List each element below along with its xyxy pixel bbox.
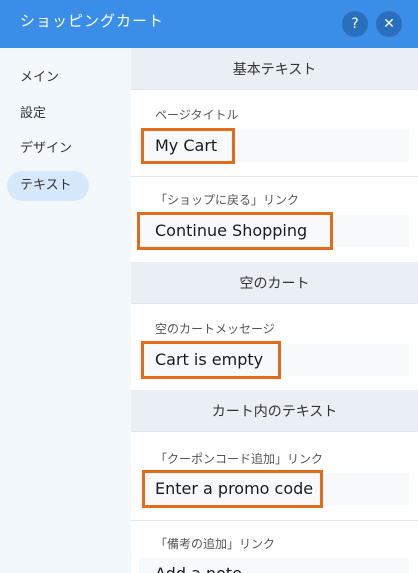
add-note-input[interactable]: Add a note [139, 558, 409, 573]
divider [131, 176, 418, 177]
section-header-cart-text: カート内のテキスト [131, 390, 418, 432]
field-label-promo-code-link: 「クーポンコード追加」リンク [155, 452, 324, 466]
highlight-box [141, 128, 235, 164]
help-button[interactable]: ? [342, 11, 368, 37]
highlight-box [142, 470, 323, 508]
field-label-page-title: ページタイトル [155, 108, 239, 122]
divider [131, 520, 418, 521]
field-label-continue-shopping: 「ショップに戻る」リンク [155, 193, 300, 207]
highlight-box [141, 341, 281, 379]
sidebar-item-design[interactable]: デザイン [7, 134, 89, 164]
app-header: ショッピングカート ? ✕ [0, 0, 418, 48]
help-icon: ? [351, 16, 359, 32]
field-label-empty-cart-message: 空のカートメッセージ [155, 322, 275, 336]
add-note-value: Add a note [155, 564, 242, 573]
field-label-add-note-link: 「備考の追加」リンク [155, 537, 276, 551]
sidebar: メイン 設定 デザイン テキスト [0, 48, 131, 573]
close-icon: ✕ [383, 16, 395, 32]
settings-content: 基本テキスト ページタイトル My Cart 「ショップに戻る」リンク Cont… [131, 48, 418, 573]
close-button[interactable]: ✕ [376, 11, 402, 37]
sidebar-item-main[interactable]: メイン [7, 63, 89, 93]
sidebar-item-settings[interactable]: 設定 [7, 99, 89, 129]
section-header-empty-cart: 空のカート [131, 262, 418, 304]
panel-title: ショッピングカート [20, 12, 165, 30]
highlight-box [137, 212, 333, 250]
sidebar-item-text[interactable]: テキスト [7, 171, 89, 201]
section-header-basic-text: 基本テキスト [131, 48, 418, 90]
